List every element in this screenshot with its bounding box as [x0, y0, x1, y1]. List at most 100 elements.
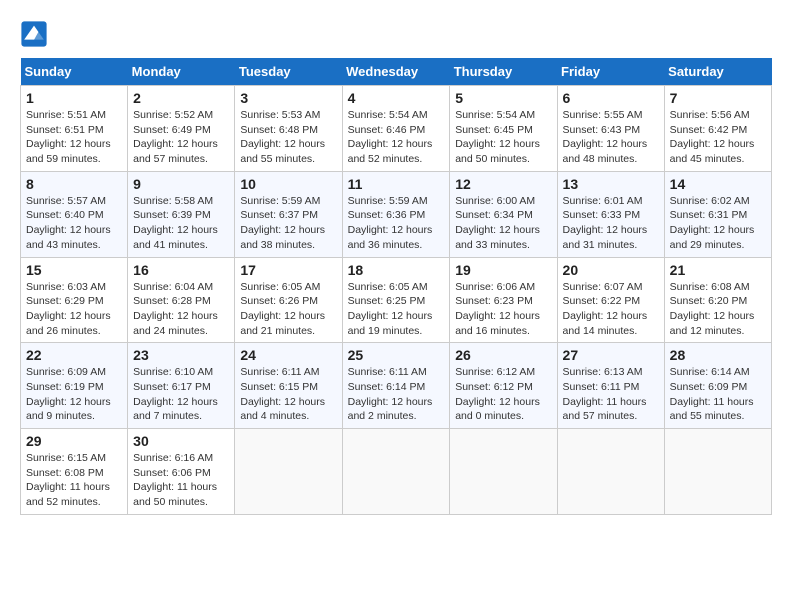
header-friday: Friday — [557, 58, 664, 86]
week-row-2: 8 Sunrise: 5:57 AM Sunset: 6:40 PM Daylig… — [21, 171, 772, 257]
logo — [20, 20, 54, 48]
day-number: 28 — [670, 347, 766, 363]
calendar-cell: 7Sunrise: 5:56 AM Sunset: 6:42 PM Daylig… — [664, 86, 771, 172]
day-detail: Sunrise: 6:15 AM Sunset: 6:08 PM Dayligh… — [26, 452, 110, 508]
day-number: 19 — [455, 262, 551, 278]
day-detail: Sunrise: 6:05 AM Sunset: 6:26 PM Dayligh… — [240, 281, 325, 337]
day-detail: Sunrise: 6:07 AM Sunset: 6:22 PM Dayligh… — [563, 281, 648, 337]
day-detail: Sunrise: 6:16 AM Sunset: 6:06 PM Dayligh… — [133, 452, 217, 508]
calendar-cell: 15 Sunrise: 6:03 AM Sunset: 6:29 PM Dayli… — [21, 257, 128, 343]
calendar-cell: 8 Sunrise: 5:57 AM Sunset: 6:40 PM Daylig… — [21, 171, 128, 257]
day-number: 22 — [26, 347, 122, 363]
day-number: 3 — [240, 90, 336, 106]
day-detail: Sunrise: 6:03 AM Sunset: 6:29 PM Dayligh… — [26, 281, 111, 337]
day-number: 6 — [563, 90, 659, 106]
calendar-cell: 10Sunrise: 5:59 AM Sunset: 6:37 PM Dayli… — [235, 171, 342, 257]
calendar-cell — [450, 429, 557, 515]
day-number: 15 — [26, 262, 122, 278]
day-detail: Sunrise: 5:57 AM Sunset: 6:40 PM Dayligh… — [26, 195, 111, 251]
week-row-1: 1 Sunrise: 5:51 AM Sunset: 6:51 PM Daylig… — [21, 86, 772, 172]
calendar-cell: 25 Sunrise: 6:11 AM Sunset: 6:14 PM Dayli… — [342, 343, 450, 429]
day-number: 27 — [563, 347, 659, 363]
week-row-5: 29 Sunrise: 6:15 AM Sunset: 6:08 PM Dayli… — [21, 429, 772, 515]
day-detail: Sunrise: 6:08 AM Sunset: 6:20 PM Dayligh… — [670, 281, 755, 337]
day-detail: Sunrise: 5:52 AM Sunset: 6:49 PM Dayligh… — [133, 109, 218, 165]
day-detail: Sunrise: 6:13 AM Sunset: 6:11 PM Dayligh… — [563, 366, 647, 422]
calendar-cell — [557, 429, 664, 515]
calendar-cell: 1 Sunrise: 5:51 AM Sunset: 6:51 PM Daylig… — [21, 86, 128, 172]
day-number: 5 — [455, 90, 551, 106]
day-number: 13 — [563, 176, 659, 192]
calendar-cell — [235, 429, 342, 515]
header-tuesday: Tuesday — [235, 58, 342, 86]
day-number: 9 — [133, 176, 229, 192]
calendar-cell: 2 Sunrise: 5:52 AM Sunset: 6:49 PM Daylig… — [128, 86, 235, 172]
day-detail: Sunrise: 6:14 AM Sunset: 6:09 PM Dayligh… — [670, 366, 754, 422]
header-saturday: Saturday — [664, 58, 771, 86]
calendar-cell: 30 Sunrise: 6:16 AM Sunset: 6:06 PM Dayli… — [128, 429, 235, 515]
calendar-cell: 22 Sunrise: 6:09 AM Sunset: 6:19 PM Dayli… — [21, 343, 128, 429]
calendar-cell: 27 Sunrise: 6:13 AM Sunset: 6:11 PM Dayli… — [557, 343, 664, 429]
calendar-cell: 20 Sunrise: 6:07 AM Sunset: 6:22 PM Dayli… — [557, 257, 664, 343]
header-thursday: Thursday — [450, 58, 557, 86]
calendar-header-row: SundayMondayTuesdayWednesdayThursdayFrid… — [21, 58, 772, 86]
calendar-cell: 14 Sunrise: 6:02 AM Sunset: 6:31 PM Dayli… — [664, 171, 771, 257]
day-detail: Sunrise: 5:53 AM Sunset: 6:48 PM Dayligh… — [240, 109, 325, 165]
calendar-cell: 3 Sunrise: 5:53 AM Sunset: 6:48 PM Daylig… — [235, 86, 342, 172]
day-detail: Sunrise: 6:04 AM Sunset: 6:28 PM Dayligh… — [133, 281, 218, 337]
calendar-table: SundayMondayTuesdayWednesdayThursdayFrid… — [20, 58, 772, 515]
calendar-cell: 19Sunrise: 6:06 AM Sunset: 6:23 PM Dayli… — [450, 257, 557, 343]
day-detail: Sunrise: 5:59 AM Sunset: 6:36 PM Dayligh… — [348, 195, 433, 251]
day-number: 10 — [240, 176, 336, 192]
day-number: 29 — [26, 433, 122, 449]
calendar-cell: 29 Sunrise: 6:15 AM Sunset: 6:08 PM Dayli… — [21, 429, 128, 515]
day-number: 24 — [240, 347, 336, 363]
calendar-cell: 9 Sunrise: 5:58 AM Sunset: 6:39 PM Daylig… — [128, 171, 235, 257]
page-header — [20, 20, 772, 48]
day-number: 2 — [133, 90, 229, 106]
day-number: 18 — [348, 262, 445, 278]
calendar-cell: 12 Sunrise: 6:00 AM Sunset: 6:34 PM Dayli… — [450, 171, 557, 257]
logo-icon — [20, 20, 48, 48]
day-number: 8 — [26, 176, 122, 192]
header-sunday: Sunday — [21, 58, 128, 86]
day-detail: Sunrise: 6:02 AM Sunset: 6:31 PM Dayligh… — [670, 195, 755, 251]
calendar-cell: 24 Sunrise: 6:11 AM Sunset: 6:15 PM Dayli… — [235, 343, 342, 429]
calendar-cell: 28 Sunrise: 6:14 AM Sunset: 6:09 PM Dayli… — [664, 343, 771, 429]
week-row-3: 15 Sunrise: 6:03 AM Sunset: 6:29 PM Dayli… — [21, 257, 772, 343]
day-detail: Sunrise: 6:10 AM Sunset: 6:17 PM Dayligh… — [133, 366, 218, 422]
day-number: 20 — [563, 262, 659, 278]
calendar-cell: 16Sunrise: 6:04 AM Sunset: 6:28 PM Dayli… — [128, 257, 235, 343]
calendar-cell — [342, 429, 450, 515]
day-number: 14 — [670, 176, 766, 192]
calendar-cell: 17 Sunrise: 6:05 AM Sunset: 6:26 PM Dayli… — [235, 257, 342, 343]
day-detail: Sunrise: 6:11 AM Sunset: 6:14 PM Dayligh… — [348, 366, 433, 422]
calendar-cell: 21Sunrise: 6:08 AM Sunset: 6:20 PM Dayli… — [664, 257, 771, 343]
day-detail: Sunrise: 6:09 AM Sunset: 6:19 PM Dayligh… — [26, 366, 111, 422]
header-wednesday: Wednesday — [342, 58, 450, 86]
calendar-cell: 13 Sunrise: 6:01 AM Sunset: 6:33 PM Dayli… — [557, 171, 664, 257]
day-detail: Sunrise: 5:51 AM Sunset: 6:51 PM Dayligh… — [26, 109, 111, 165]
day-detail: Sunrise: 6:00 AM Sunset: 6:34 PM Dayligh… — [455, 195, 540, 251]
day-number: 25 — [348, 347, 445, 363]
day-detail: Sunrise: 5:56 AM Sunset: 6:42 PM Dayligh… — [670, 109, 755, 165]
calendar-cell: 11 Sunrise: 5:59 AM Sunset: 6:36 PM Dayli… — [342, 171, 450, 257]
calendar-cell: 18Sunrise: 6:05 AM Sunset: 6:25 PM Dayli… — [342, 257, 450, 343]
day-number: 11 — [348, 176, 445, 192]
day-detail: Sunrise: 5:54 AM Sunset: 6:46 PM Dayligh… — [348, 109, 433, 165]
day-number: 26 — [455, 347, 551, 363]
day-number: 4 — [348, 90, 445, 106]
day-number: 1 — [26, 90, 122, 106]
day-detail: Sunrise: 5:58 AM Sunset: 6:39 PM Dayligh… — [133, 195, 218, 251]
week-row-4: 22 Sunrise: 6:09 AM Sunset: 6:19 PM Dayli… — [21, 343, 772, 429]
day-number: 23 — [133, 347, 229, 363]
day-number: 30 — [133, 433, 229, 449]
day-number: 12 — [455, 176, 551, 192]
calendar-cell: 6Sunrise: 5:55 AM Sunset: 6:43 PM Daylig… — [557, 86, 664, 172]
day-number: 17 — [240, 262, 336, 278]
header-monday: Monday — [128, 58, 235, 86]
day-detail: Sunrise: 6:01 AM Sunset: 6:33 PM Dayligh… — [563, 195, 648, 251]
day-detail: Sunrise: 6:11 AM Sunset: 6:15 PM Dayligh… — [240, 366, 325, 422]
day-detail: Sunrise: 5:54 AM Sunset: 6:45 PM Dayligh… — [455, 109, 540, 165]
calendar-cell: 4 Sunrise: 5:54 AM Sunset: 6:46 PM Daylig… — [342, 86, 450, 172]
